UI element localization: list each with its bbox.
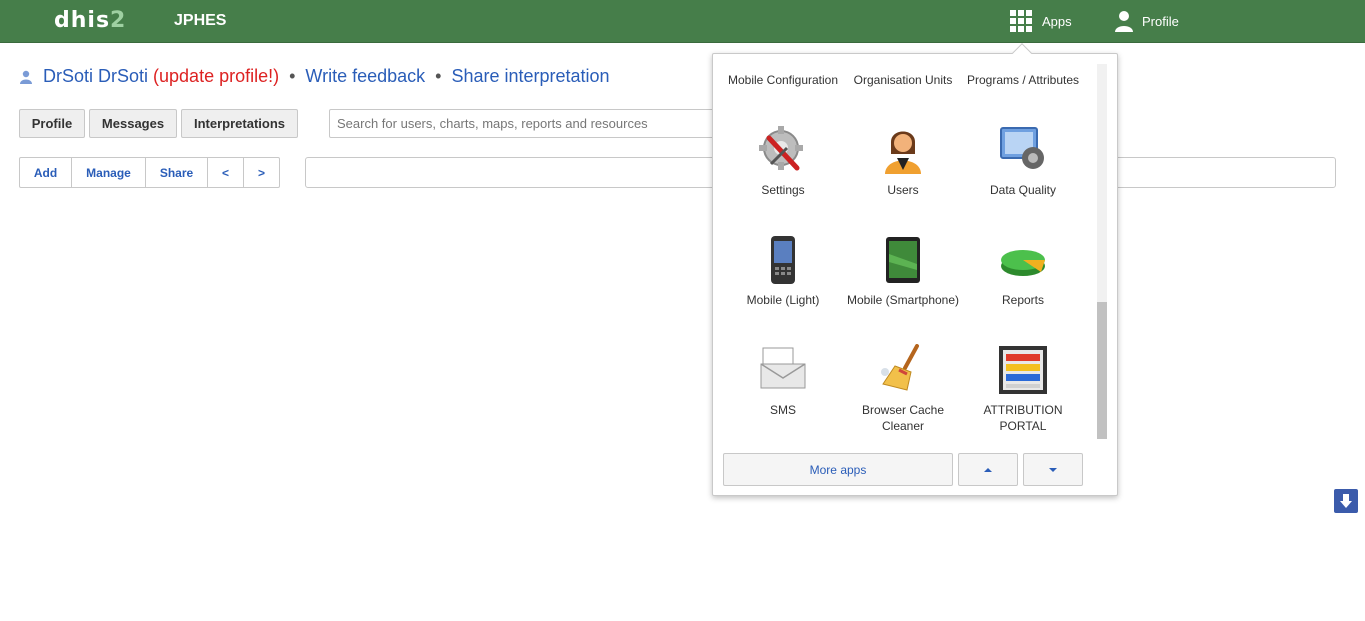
smartphone-icon <box>886 237 920 283</box>
app-programs-attributes[interactable]: Programs / Attributes <box>963 72 1083 88</box>
data-quality-icon <box>1000 127 1044 169</box>
add-button[interactable]: Add <box>20 158 72 187</box>
profile-label: Profile <box>1142 13 1179 29</box>
app-title[interactable]: JPHES <box>174 12 226 30</box>
scroll-down-button[interactable] <box>1023 453 1083 486</box>
app-label: Reports <box>1001 293 1045 307</box>
apps-scrollbar[interactable] <box>1097 64 1107 439</box>
app-label: ATTRIBUTION PORTAL <box>983 403 1063 433</box>
prev-button[interactable]: < <box>208 158 244 187</box>
user-icon <box>20 70 32 84</box>
app-label: Users <box>887 183 919 197</box>
apps-dropdown: Mobile Configuration Organisation Units … <box>712 43 1118 496</box>
sms-icon <box>760 347 806 389</box>
apps-menu-button[interactable]: Apps <box>1010 9 1072 33</box>
caret-up-icon <box>984 467 992 472</box>
settings-icon <box>759 126 803 171</box>
users-icon <box>885 131 921 174</box>
app-label: Mobile Configuration <box>727 73 839 87</box>
user-name-link[interactable]: DrSoti DrSoti <box>43 66 148 87</box>
app-users[interactable]: Users <box>843 124 963 198</box>
person-icon <box>1115 11 1133 32</box>
share-button[interactable]: Share <box>146 158 208 187</box>
app-mobile-smartphone[interactable]: Mobile (Smartphone) <box>843 234 963 308</box>
app-mobile-light[interactable]: Mobile (Light) <box>723 234 843 308</box>
tab-interpretations[interactable]: Interpretations <box>181 109 298 138</box>
header-bar: dhis2 JPHES Apps Profile <box>0 0 1365 43</box>
app-label: Browser Cache Cleaner <box>861 403 945 433</box>
app-label: Data Quality <box>989 183 1057 197</box>
manage-button[interactable]: Manage <box>72 158 146 187</box>
app-label: Programs / Attributes <box>966 73 1080 87</box>
apps-grid-icon <box>1010 10 1032 32</box>
app-reports[interactable]: Reports <box>963 234 1083 308</box>
separator-dot: • <box>289 66 296 86</box>
broom-icon <box>881 344 919 391</box>
update-profile-link[interactable]: (update profile!) <box>153 66 279 87</box>
attribution-portal-icon <box>999 346 1047 394</box>
mobile-light-icon <box>771 236 795 284</box>
search-input[interactable]: Search for users, charts, maps, reports … <box>329 109 729 138</box>
scroll-down-floating-button[interactable] <box>1334 489 1358 513</box>
apps-label: Apps <box>1042 13 1072 29</box>
more-apps-button[interactable]: More apps <box>723 453 953 486</box>
scroll-up-button[interactable] <box>958 453 1018 486</box>
dashboard-toolbar: Add Manage Share < > <box>19 157 280 188</box>
caret-down-icon <box>1049 467 1057 472</box>
app-data-quality[interactable]: Data Quality <box>963 124 1083 198</box>
profile-menu-button[interactable]: Profile <box>1114 9 1179 33</box>
app-settings[interactable]: Settings <box>723 124 843 198</box>
reports-icon <box>1001 250 1045 276</box>
write-feedback-link[interactable]: Write feedback <box>305 66 425 87</box>
app-mobile-configuration[interactable]: Mobile Configuration <box>723 72 843 88</box>
app-organisation-units[interactable]: Organisation Units <box>843 72 963 88</box>
dropdown-caret <box>1012 43 1032 63</box>
dhis2-logo[interactable]: dhis2 <box>54 8 126 33</box>
app-label: Organisation Units <box>853 73 953 87</box>
separator-dot: • <box>435 66 442 86</box>
arrow-down-icon <box>1340 494 1352 508</box>
app-label: Mobile (Light) <box>746 293 820 307</box>
app-browser-cache-cleaner[interactable]: Browser Cache Cleaner <box>843 344 963 434</box>
apps-scrollbar-thumb[interactable] <box>1097 302 1107 439</box>
tab-messages[interactable]: Messages <box>89 109 177 138</box>
share-interpretation-link[interactable]: Share interpretation <box>451 66 609 87</box>
app-label: Mobile (Smartphone) <box>846 293 960 307</box>
profile-links-line: DrSoti DrSoti (update profile!) • Write … <box>19 66 610 87</box>
app-label: Settings <box>761 183 805 197</box>
app-label: SMS <box>769 403 796 417</box>
app-attribution-portal[interactable]: ATTRIBUTION PORTAL <box>963 344 1083 434</box>
tab-profile[interactable]: Profile <box>19 109 85 138</box>
app-sms[interactable]: SMS <box>723 344 843 418</box>
next-button[interactable]: > <box>244 158 279 187</box>
